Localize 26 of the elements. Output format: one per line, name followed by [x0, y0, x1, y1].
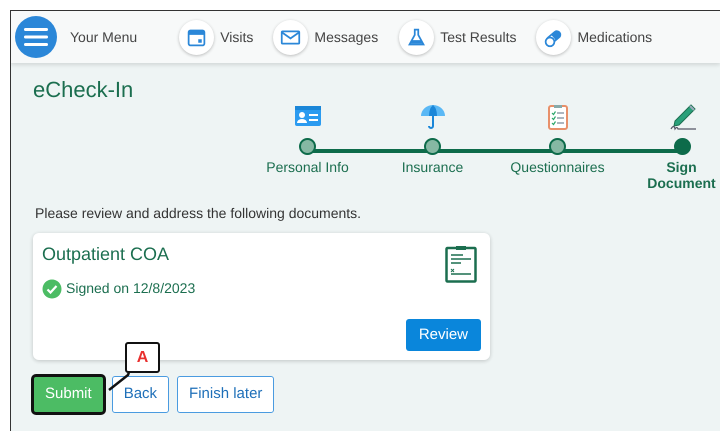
callout-label: A [125, 342, 160, 373]
signed-status: Signed on 12/8/2023 [66, 279, 196, 298]
flask-icon [399, 20, 434, 54]
step-label[interactable]: Insurance [402, 160, 464, 176]
step-label[interactable]: Sign Document [644, 160, 718, 192]
document-icon [445, 245, 477, 284]
instructions-text: Please review and address the following documents. [35, 204, 362, 224]
menu-label[interactable]: Your Menu [70, 26, 138, 48]
menu-icon [24, 27, 48, 47]
page-title: eCheck-In [33, 77, 134, 104]
nav-link[interactable]: Medications [536, 20, 652, 54]
nav-link[interactable]: Messages [273, 20, 378, 54]
pills-icon [536, 20, 572, 54]
pen-icon [668, 103, 696, 132]
umbrella-icon [418, 103, 446, 132]
nav-link[interactable]: Visits [179, 20, 254, 54]
step-label[interactable]: Personal Info [266, 160, 349, 176]
nav-link[interactable]: Test Results [399, 20, 516, 54]
document-title: Outpatient COA [42, 243, 170, 266]
envelope-icon [273, 20, 308, 54]
step-label[interactable]: Questionnaires [510, 160, 605, 176]
action-button[interactable]: Back [112, 376, 170, 413]
calendar-icon [179, 20, 214, 54]
menu-button[interactable] [15, 16, 57, 58]
review-button[interactable]: Review [406, 318, 481, 352]
action-button[interactable]: Finish later [177, 376, 274, 413]
